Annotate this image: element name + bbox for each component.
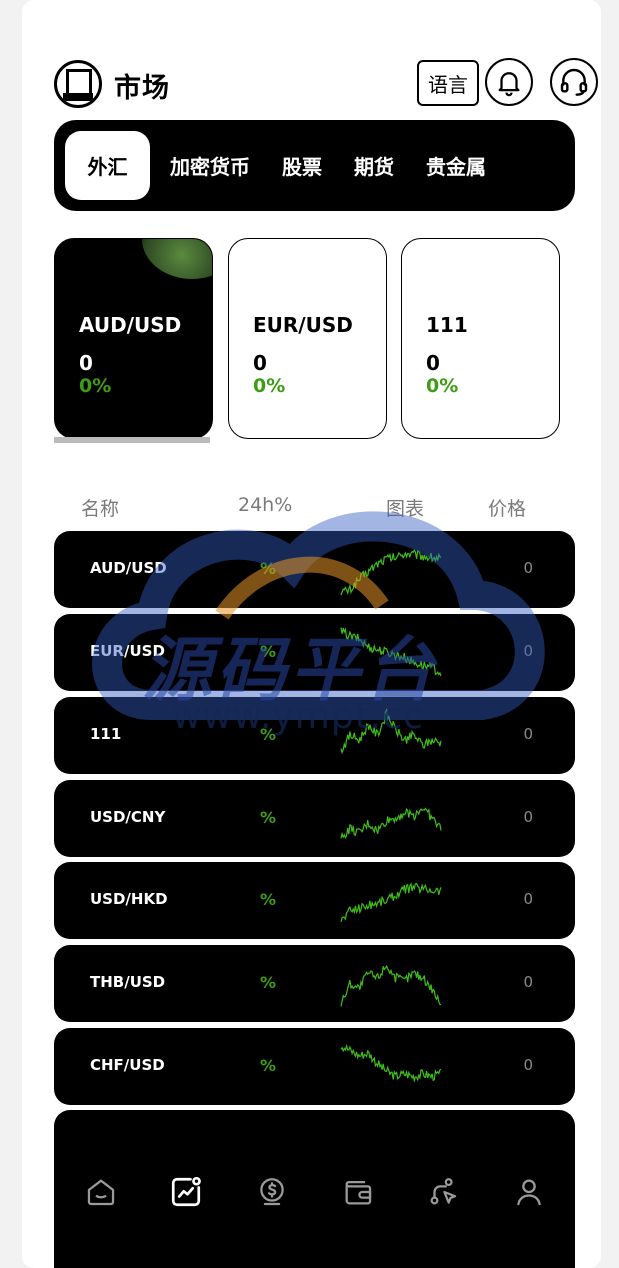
app-logo-icon <box>54 60 102 108</box>
market-category-tabs: 外汇 加密货币 股票 期货 贵金属 <box>54 120 575 211</box>
card-glow-decoration <box>142 239 212 279</box>
featured-card[interactable]: 111 0 0% <box>401 238 560 439</box>
user-icon <box>517 1179 541 1206</box>
featured-card[interactable]: AUD/USD 0 0% <box>54 238 213 439</box>
row-symbol: THB/USD <box>90 973 166 991</box>
sparkline-line <box>340 807 442 840</box>
sparkline-chart <box>340 882 442 922</box>
row-price: 0 <box>523 890 533 908</box>
dollar-icon <box>260 1178 284 1206</box>
row-price: 0 <box>523 1056 533 1074</box>
nav-assets[interactable] <box>252 1172 292 1212</box>
row-usd-hkd[interactable]: USD/HKD% 0 <box>54 862 575 939</box>
row-change: % <box>260 559 277 578</box>
column-header-price: 价格 <box>488 498 527 520</box>
card-symbol: 111 <box>426 313 468 337</box>
tab-forex[interactable]: 外汇 <box>65 131 150 200</box>
card-symbol: AUD/USD <box>79 313 182 337</box>
sparkline-chart <box>340 807 442 840</box>
row-change: % <box>260 808 277 827</box>
card-price: 0 <box>426 351 440 375</box>
row-chf-usd[interactable]: CHF/USD% 0 <box>54 1028 575 1105</box>
route-icon <box>430 1178 457 1205</box>
page-title: 市场 <box>114 73 170 104</box>
column-header-chart: 图表 <box>386 498 425 520</box>
row-symbol: 111 <box>90 725 122 743</box>
card-change: 0% <box>79 375 112 397</box>
sparkline-chart <box>340 548 442 596</box>
nav-home[interactable] <box>81 1172 121 1212</box>
column-header-change: 24h% <box>238 494 293 516</box>
active-card-indicator <box>54 437 210 443</box>
sparkline-line <box>340 548 442 596</box>
column-header-name: 名称 <box>81 498 120 520</box>
sparkline-chart <box>340 1043 442 1083</box>
row-aud-usd[interactable]: AUD/USD% 0 <box>54 531 575 608</box>
headset-icon <box>560 68 588 96</box>
row-symbol: AUD/USD <box>90 559 167 577</box>
row-symbol: USD/HKD <box>90 890 168 908</box>
row-price: 0 <box>523 725 533 743</box>
row-usd-cny[interactable]: USD/CNY% 0 <box>54 780 575 857</box>
row-thb-usd[interactable]: THB/USD% 0 <box>54 945 575 1022</box>
bell-icon <box>498 72 520 97</box>
row-change: % <box>260 890 277 909</box>
row-price: 0 <box>523 973 533 991</box>
row-change: % <box>260 1056 277 1075</box>
nav-wallet[interactable] <box>338 1172 378 1212</box>
nav-market[interactable] <box>166 1172 206 1212</box>
sparkline-chart <box>340 964 442 1007</box>
tab-futures[interactable]: 期货 <box>338 131 410 200</box>
watermark-url: www.ympt.cc <box>172 696 424 737</box>
sparkline-line <box>340 1043 442 1083</box>
card-change: 0% <box>426 375 459 397</box>
row-price: 0 <box>523 808 533 826</box>
header: 市场 语言 <box>54 58 598 110</box>
tab-precious-metals[interactable]: 贵金属 <box>410 131 502 200</box>
home-icon <box>87 1179 115 1206</box>
card-change: 0% <box>253 375 286 397</box>
sparkline-line <box>340 882 442 922</box>
bottom-navigation <box>54 1110 575 1268</box>
tab-crypto[interactable]: 加密货币 <box>154 131 266 200</box>
featured-card[interactable]: EUR/USD 0 0% <box>228 238 387 439</box>
row-price: 0 <box>523 642 533 660</box>
row-symbol: CHF/USD <box>90 1056 165 1074</box>
row-change: % <box>260 973 277 992</box>
sparkline-line <box>340 964 442 1007</box>
market-chart-icon <box>171 1176 201 1207</box>
customer-service-button[interactable] <box>550 58 598 106</box>
card-price: 0 <box>253 351 267 375</box>
wallet-icon <box>345 1180 372 1205</box>
featured-cards: AUD/USD 0 0% EUR/USD 0 0% 111 0 0% <box>54 238 584 448</box>
row-symbol: USD/CNY <box>90 808 166 826</box>
row-price: 0 <box>523 559 533 577</box>
market-page: 市场 语言 外汇 加密货币 股票 期货 贵金属 AUD/USD 0 0% EUR… <box>22 0 601 1268</box>
card-price: 0 <box>79 351 93 375</box>
language-button[interactable]: 语言 <box>417 60 479 106</box>
notification-button[interactable] <box>485 58 533 106</box>
card-symbol: EUR/USD <box>253 313 353 337</box>
tab-stocks[interactable]: 股票 <box>266 131 338 200</box>
nav-profile[interactable] <box>509 1172 549 1212</box>
nav-discover[interactable] <box>423 1172 463 1212</box>
